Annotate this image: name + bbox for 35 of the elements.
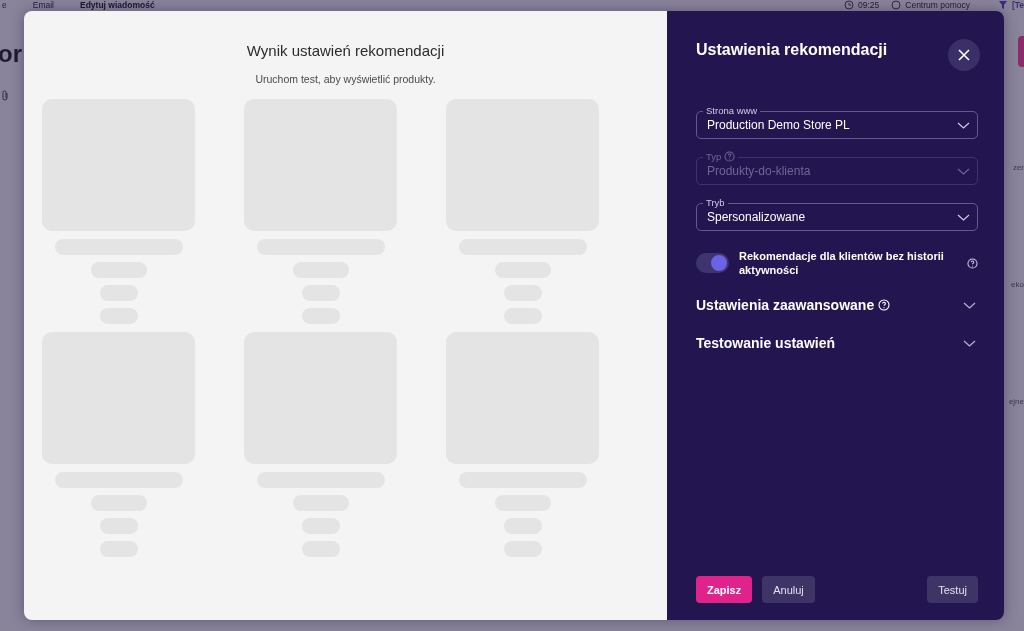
chevron-down-icon[interactable] — [963, 339, 976, 347]
chevron-down-icon — [957, 121, 970, 129]
field-label: Typ — [706, 151, 722, 162]
field-label: Strona www — [706, 105, 758, 116]
user-menu[interactable]: [Te — [1011, 0, 1024, 10]
filter-icon[interactable] — [997, 0, 1008, 10]
chevron-down-icon — [957, 167, 970, 175]
chevron-down-icon[interactable] — [963, 301, 976, 309]
preview-subtitle: Uruchom test, aby wyświetlić produkty. — [255, 73, 436, 85]
time-text: 09:25 — [858, 0, 880, 10]
table-cell: ejne — [1008, 397, 1024, 406]
toggle-label: Rekomendacje dla klientów bez historii aktywności — [739, 249, 945, 277]
table-cell: zer — [1012, 163, 1024, 172]
field-value: Production Demo Store PL — [707, 118, 851, 132]
field-label: Tryb — [706, 197, 725, 208]
field-value: Spersonalizowane — [707, 210, 807, 224]
clock-icon — [844, 0, 854, 10]
settings-title: Ustawienia rekomendacji — [696, 41, 888, 59]
test-button[interactable]: Testuj — [927, 576, 978, 603]
section-title[interactable]: Ustawienia zaawansowane — [696, 297, 875, 313]
breadcrumb-link[interactable]: Email — [32, 0, 54, 10]
toggle-switch[interactable] — [696, 253, 729, 273]
close-icon — [958, 49, 970, 61]
save-button[interactable]: Zapisz — [696, 576, 753, 603]
preview-title: Wynik ustawień rekomendacji — [246, 42, 445, 59]
breadcrumb-link[interactable]: Edytuj wiadomość — [80, 0, 155, 10]
help-center-link[interactable]: Centrum pomocy — [905, 0, 970, 10]
section-title[interactable]: Testowanie ustawień — [696, 335, 835, 351]
close-button[interactable] — [948, 39, 980, 71]
cancel-button[interactable]: Anuluj — [762, 576, 815, 603]
table-cell: eko — [1011, 280, 1024, 289]
paperclip-icon[interactable] — [0, 90, 10, 102]
field-value: Produkty-do-klienta — [707, 164, 812, 178]
breadcrumb-link[interactable]: e — [2, 0, 7, 10]
chevron-down-icon — [957, 213, 970, 221]
